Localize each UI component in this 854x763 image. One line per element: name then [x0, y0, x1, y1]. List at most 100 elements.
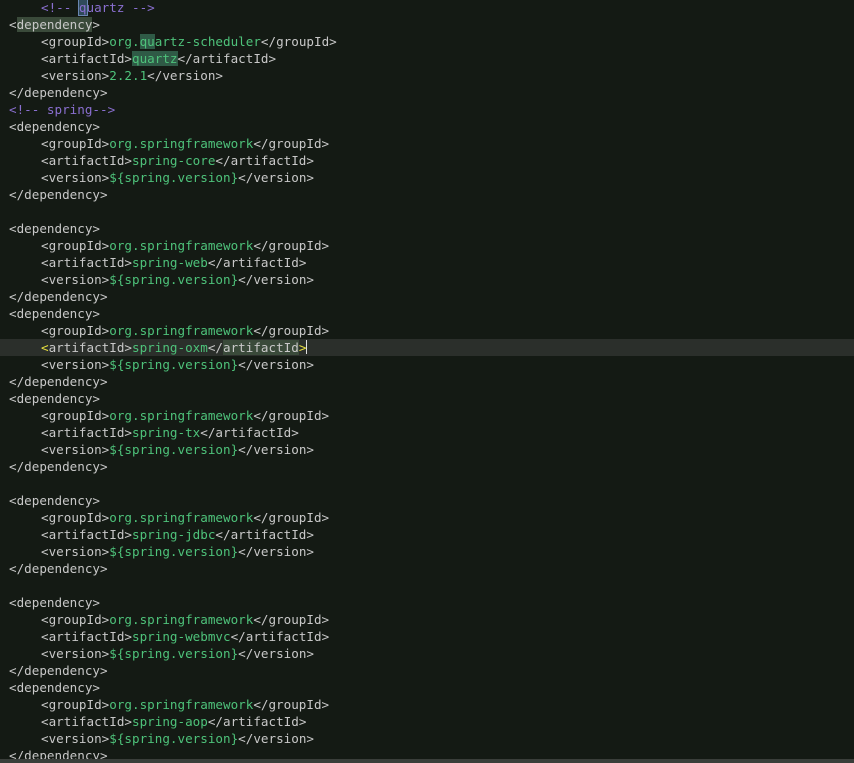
code-line[interactable]: </dependency> — [0, 186, 854, 203]
code-token: </artifactId> — [215, 527, 314, 542]
code-line[interactable]: <artifactId>quartz</artifactId> — [0, 50, 854, 67]
code-line[interactable]: </dependency> — [0, 373, 854, 390]
code-line[interactable]: <groupId>org.springframework</groupId> — [0, 696, 854, 713]
code-lines[interactable]: <!-- quartz --> <dependency> <groupId>org.… — [0, 0, 854, 763]
code-line[interactable]: <groupId>org.springframework</groupId> — [0, 407, 854, 424]
code-token: </artifactId> — [200, 425, 299, 440]
code-line[interactable]: <version>2.2.1</version> — [0, 67, 854, 84]
code-token: <artifactId> — [41, 629, 132, 644]
code-line[interactable]: <dependency> — [0, 679, 854, 696]
code-token: </dependency> — [9, 289, 108, 304]
code-token: org.springframework — [109, 697, 254, 712]
code-token: 2.2.1 — [109, 68, 148, 83]
code-line[interactable]: <version>${spring.version}</version> — [0, 645, 854, 662]
code-line[interactable]: <version>${spring.version}</version> — [0, 730, 854, 747]
code-line[interactable]: <artifactId>spring-tx</artifactId> — [0, 424, 854, 441]
code-token: </version> — [238, 170, 314, 185]
code-token: <groupId> — [41, 408, 110, 423]
code-line[interactable]: <groupId>org.springframework</groupId> — [0, 322, 854, 339]
code-line[interactable]: <dependency> — [0, 390, 854, 407]
code-token: <version> — [41, 357, 110, 372]
current-code-line[interactable]: <artifactId>spring-oxm</artifactId> — [0, 339, 854, 356]
code-line[interactable]: <groupId>org.springframework</groupId> — [0, 135, 854, 152]
text-caret — [306, 340, 308, 354]
code-token: ${spring.version} — [109, 170, 239, 185]
code-token: <dependency> — [9, 680, 100, 695]
code-token: <dependency> — [9, 595, 100, 610]
code-token: <version> — [41, 272, 110, 287]
horizontal-scrollbar[interactable] — [0, 759, 854, 763]
code-token: </version> — [238, 357, 314, 372]
code-token: </groupId> — [253, 510, 330, 525]
code-line[interactable]: <dependency> — [0, 305, 854, 322]
code-token: <dependency> — [9, 119, 100, 134]
code-token: spring-web — [132, 255, 208, 270]
code-token: spring-oxm — [132, 340, 208, 355]
code-token: <artifactId> — [41, 714, 132, 729]
code-token: artifactId — [223, 340, 299, 355]
code-line[interactable]: <artifactId>spring-web</artifactId> — [0, 254, 854, 271]
code-line[interactable]: <dependency> — [0, 492, 854, 509]
code-token: </groupId> — [253, 136, 330, 151]
code-line[interactable]: <!-- spring--> — [0, 101, 854, 118]
code-line[interactable]: <dependency> — [0, 594, 854, 611]
code-line[interactable]: <groupId>org.springframework</groupId> — [0, 509, 854, 526]
code-token: ${spring.version} — [109, 731, 239, 746]
code-line[interactable]: </dependency> — [0, 288, 854, 305]
code-line[interactable]: <version>${spring.version}</version> — [0, 271, 854, 288]
code-line[interactable]: <dependency> — [0, 220, 854, 237]
code-token: <dependency> — [9, 221, 100, 236]
code-token: spring-tx — [132, 425, 201, 440]
code-token: dependency — [16, 17, 93, 32]
code-line[interactable]: </dependency> — [0, 84, 854, 101]
code-token: spring-aop — [132, 714, 208, 729]
code-line[interactable]: <version>${spring.version}</version> — [0, 356, 854, 373]
code-token: <dependency> — [9, 306, 100, 321]
code-line[interactable]: <version>${spring.version}</version> — [0, 169, 854, 186]
code-line[interactable]: </dependency> — [0, 662, 854, 679]
code-token: org.springframework — [109, 612, 254, 627]
code-line[interactable]: </dependency> — [0, 458, 854, 475]
code-token: <groupId> — [41, 510, 110, 525]
code-line[interactable]: <version>${spring.version}</version> — [0, 543, 854, 560]
code-token: </groupId> — [253, 697, 330, 712]
code-line[interactable] — [0, 577, 854, 594]
code-token: </artifactId> — [207, 714, 307, 729]
code-line[interactable]: <artifactId>spring-core</artifactId> — [0, 152, 854, 169]
code-line[interactable] — [0, 475, 854, 492]
code-token: </dependency> — [9, 85, 108, 100]
code-token: <dependency> — [9, 391, 100, 406]
code-token: </version> — [147, 68, 223, 83]
code-token: <version> — [41, 646, 110, 661]
code-token: <groupId> — [41, 238, 110, 253]
code-line[interactable]: <groupId>org.quartz-scheduler</groupId> — [0, 33, 854, 50]
code-line[interactable]: <dependency> — [0, 16, 854, 33]
code-line[interactable]: <groupId>org.springframework</groupId> — [0, 237, 854, 254]
code-editor[interactable]: <!-- quartz --> <dependency> <groupId>org.… — [0, 0, 854, 763]
code-token: </groupId> — [253, 408, 330, 423]
code-token: <artifactId> — [41, 153, 132, 168]
code-line[interactable]: <artifactId>spring-jdbc</artifactId> — [0, 526, 854, 543]
code-token: <groupId> — [41, 323, 110, 338]
code-token: <version> — [41, 544, 110, 559]
code-token: spring-webmvc — [132, 629, 231, 644]
code-line[interactable]: <artifactId>spring-webmvc</artifactId> — [0, 628, 854, 645]
code-token: qu — [139, 34, 155, 49]
code-token: <!-- — [41, 0, 79, 15]
code-token: <groupId> — [41, 136, 110, 151]
code-line[interactable]: <!-- quartz --> — [0, 0, 854, 16]
code-token: </version> — [238, 646, 314, 661]
code-line[interactable]: <version>${spring.version}</version> — [0, 441, 854, 458]
code-line[interactable]: <dependency> — [0, 118, 854, 135]
code-line[interactable]: <groupId>org.springframework</groupId> — [0, 611, 854, 628]
code-token: </version> — [238, 731, 314, 746]
code-token: </groupId> — [253, 323, 330, 338]
code-token: </groupId> — [253, 238, 330, 253]
code-line[interactable]: <artifactId>spring-aop</artifactId> — [0, 713, 854, 730]
code-token: > — [298, 340, 307, 355]
code-line[interactable]: </dependency> — [0, 560, 854, 577]
code-token: <artifactId> — [41, 255, 132, 270]
code-line[interactable] — [0, 203, 854, 220]
code-token: </dependency> — [9, 663, 108, 678]
code-token: </version> — [238, 544, 314, 559]
